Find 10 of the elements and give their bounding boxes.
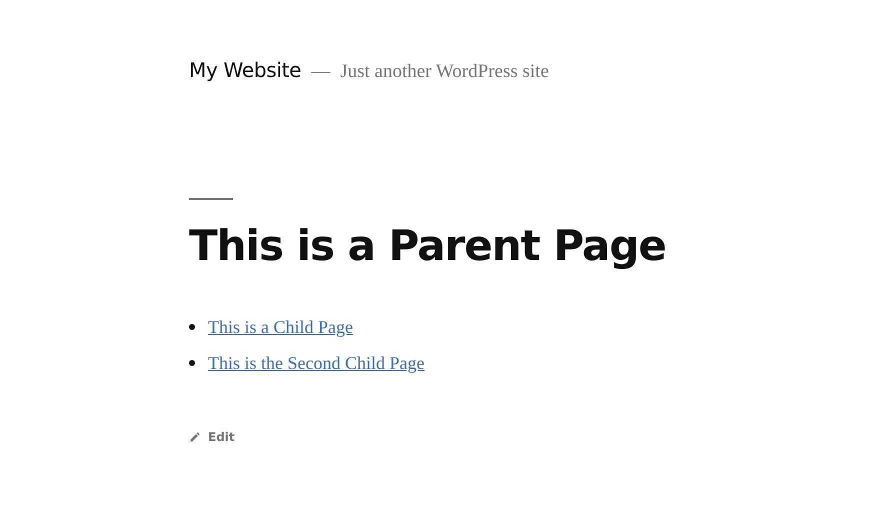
site-title[interactable]: My Website (189, 58, 302, 82)
bullet-icon (189, 324, 195, 330)
child-page-link[interactable]: This is a Child Page (208, 315, 353, 340)
bullet-icon (189, 360, 195, 366)
edit-link[interactable]: Edit (189, 430, 235, 444)
pencil-icon (189, 431, 201, 444)
site-tagline: Just another WordPress site (340, 61, 549, 83)
child-page-link[interactable]: This is the Second Child Page (208, 351, 424, 376)
separator: — (311, 61, 330, 83)
page-title: This is a Parent Page (189, 223, 667, 270)
